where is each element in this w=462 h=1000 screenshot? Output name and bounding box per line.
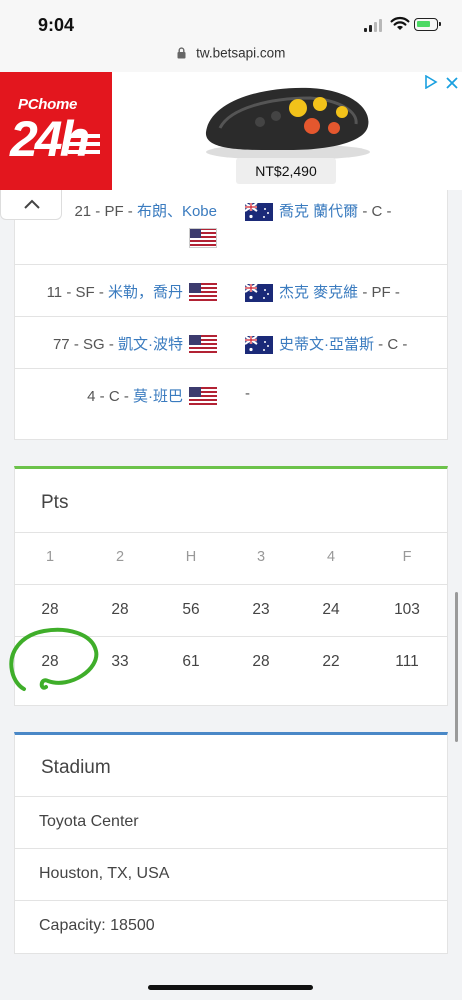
stadium-location: Houston, TX, USA bbox=[39, 865, 170, 882]
score-cell: 61 bbox=[182, 653, 200, 670]
australia-flag-icon bbox=[244, 283, 273, 303]
close-icon[interactable] bbox=[446, 77, 458, 89]
score-cell: 23 bbox=[252, 601, 270, 618]
usa-flag-icon bbox=[189, 228, 217, 248]
score-cell: 111 bbox=[395, 653, 419, 670]
gaming-mouse-image bbox=[205, 87, 370, 160]
url-text: tw.betsapi.com bbox=[196, 45, 286, 61]
chevron-up-icon bbox=[24, 199, 40, 209]
stadium-title: Stadium bbox=[41, 757, 111, 778]
player-link[interactable]: 史蒂文·亞當斯 bbox=[279, 336, 374, 353]
player-link[interactable]: 凱文·波特 bbox=[118, 336, 183, 353]
home-indicator[interactable] bbox=[148, 985, 313, 990]
cellular-signal-icon bbox=[364, 18, 384, 32]
lineup-row: 77 - SG - 凱文·波特 史蒂文·亞當斯 - C - bbox=[15, 316, 447, 369]
score-cell: 24 bbox=[322, 601, 340, 618]
period-header: 2 bbox=[115, 549, 125, 565]
hand-drawn-circle-annotation bbox=[9, 627, 99, 691]
status-bar: 9:04 bbox=[0, 0, 462, 44]
lock-icon bbox=[177, 47, 186, 59]
lineup-row: 21 - PF - 布朗、Kobe 喬克 蘭代爾 - C - bbox=[74, 202, 392, 222]
usa-flag-icon bbox=[189, 335, 217, 356]
period-header: H bbox=[185, 549, 197, 565]
usa-flag-icon bbox=[189, 387, 217, 408]
player-link[interactable]: 莫·班巴 bbox=[133, 388, 183, 405]
lineup-card: 21 - PF - 布朗、Kobe 喬克 蘭代爾 - C - 11 - SF -… bbox=[14, 190, 448, 440]
stadium-row: Toyota Center bbox=[15, 796, 447, 849]
ad-choices-icon[interactable] bbox=[424, 75, 438, 89]
stadium-capacity: Capacity: 18500 bbox=[39, 917, 155, 934]
status-time: 9:04 bbox=[38, 15, 75, 35]
usa-flag-icon bbox=[189, 283, 217, 304]
wifi-icon bbox=[390, 16, 410, 30]
lineup-row: 11 - SF - 米勒，喬丹 杰克 麥克維 - PF - bbox=[15, 264, 447, 317]
stadium-row: Houston, TX, USA bbox=[15, 848, 447, 901]
period-header: 3 bbox=[256, 549, 266, 565]
period-header: 1 bbox=[45, 549, 55, 565]
collapse-ad-button[interactable] bbox=[0, 190, 62, 220]
lineup-row: 4 - C - 莫·班巴 - bbox=[15, 368, 447, 421]
period-header: 4 bbox=[326, 549, 336, 565]
ad-banner[interactable]: PChome 24h NT$2,490 bbox=[0, 72, 462, 190]
battery-icon bbox=[414, 18, 441, 31]
player-link[interactable]: 杰克 麥克維 bbox=[279, 284, 358, 301]
score-cell: 56 bbox=[182, 601, 200, 618]
score-cell: 28 bbox=[252, 653, 270, 670]
australia-flag-icon bbox=[244, 335, 273, 355]
player-link[interactable]: 米勒，喬丹 bbox=[108, 284, 183, 301]
pchome-logo: PChome 24h bbox=[0, 72, 112, 190]
stadium-card: Stadium Toyota Center Houston, TX, USA C… bbox=[14, 732, 448, 954]
score-cell: 103 bbox=[394, 601, 420, 618]
url-bar[interactable]: tw.betsapi.com bbox=[0, 44, 462, 72]
player-link[interactable]: 布朗、Kobe bbox=[137, 203, 217, 220]
ad-price: NT$2,490 bbox=[236, 158, 336, 184]
australia-flag-icon bbox=[244, 202, 273, 222]
stadium-row: Capacity: 18500 bbox=[15, 900, 447, 953]
player-link[interactable]: 喬克 蘭代爾 bbox=[279, 203, 358, 220]
scrollbar[interactable] bbox=[455, 592, 458, 742]
score-cell: 22 bbox=[322, 653, 340, 670]
stadium-name: Toyota Center bbox=[39, 813, 139, 830]
points-title: Pts bbox=[41, 492, 69, 513]
period-header: F bbox=[402, 549, 412, 565]
